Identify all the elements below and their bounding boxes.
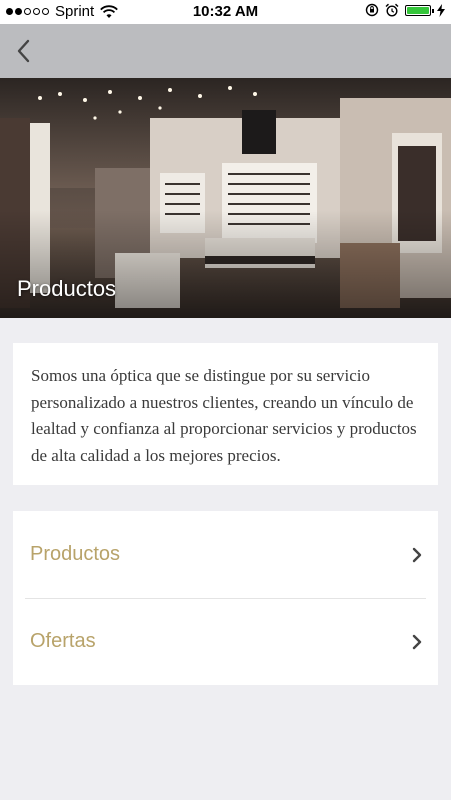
- menu-item-label: Productos: [30, 543, 121, 565]
- menu-item-ofertas[interactable]: Ofertas: [13, 598, 438, 685]
- menu-item-productos[interactable]: Productos: [13, 511, 438, 598]
- status-bar: Sprint 10:32 AM: [0, 0, 451, 24]
- hero-title: Productos: [17, 276, 117, 301]
- intro-card: Somos una óptica que se distingue por su…: [13, 343, 438, 485]
- lock-rotation-icon: [365, 3, 379, 17]
- chevron-left-icon: [17, 39, 30, 63]
- chevron-right-icon: [412, 547, 422, 562]
- intro-text: Somos una óptica que se distingue por su…: [31, 366, 417, 465]
- status-right: [365, 3, 445, 17]
- menu-item-label: Ofertas: [30, 630, 96, 652]
- back-button[interactable]: [6, 34, 40, 68]
- charging-bolt-icon: [437, 3, 445, 17]
- menu-card: Productos Ofertas: [13, 511, 438, 685]
- hero-image: Productos: [0, 78, 451, 318]
- alarm-icon: [385, 3, 399, 17]
- chevron-right-icon: [412, 634, 422, 649]
- battery-icon: [405, 4, 434, 16]
- navigation-bar: [0, 24, 451, 78]
